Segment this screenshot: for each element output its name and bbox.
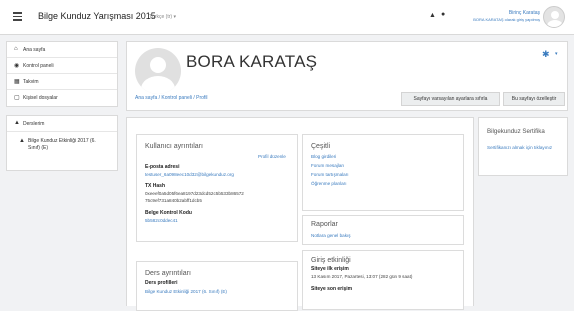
- control-code-label: Belge Kontrol Kodu: [145, 210, 192, 216]
- gear-icon[interactable]: ✱: [542, 49, 550, 60]
- course-icon: ▲: [19, 138, 25, 144]
- login-activity-card: Giriş etkinliği Siteye ilk erişim 13 Kas…: [302, 250, 464, 310]
- card-title: Ders ayrıntıları: [145, 270, 191, 277]
- card-title: Bilgekunduz Sertifika: [487, 128, 545, 135]
- txhash-value-line1: 0xeeef0a5d05f6ea8197d23dcd52c5b533b86572: [145, 191, 244, 196]
- control-code-value[interactable]: 5b582c0ddec41: [145, 218, 178, 223]
- notification-bell-icon[interactable]: ▲: [429, 12, 436, 19]
- user-menu-name[interactable]: Birinç Karataş: [509, 10, 540, 16]
- home-icon: ⌂: [14, 46, 18, 52]
- card-title: Kullanıcı ayrıntıları: [145, 143, 203, 150]
- drawer-item-course[interactable]: ▲ Bilge Kunduz Etkinliği 2017 (6. Sınıf)…: [7, 132, 117, 170]
- card-title: Giriş etkinliği: [311, 257, 351, 264]
- course-profiles-label: Ders profilleri: [145, 280, 178, 286]
- card-title: Çeşitli: [311, 143, 331, 150]
- course-details-card: Ders ayrıntıları Ders profilleri Bilge K…: [136, 261, 298, 311]
- customize-page-button[interactable]: Bu sayfayı özelleştir: [503, 92, 565, 106]
- miscellaneous-card: Çeşitli Blog girdileri Forum mesajları F…: [302, 134, 464, 211]
- reports-card: Raporlar Notlara genel bakış: [302, 215, 464, 245]
- forum-discussions-link[interactable]: Forum tartışmaları: [311, 172, 349, 177]
- drawer-item-label: Ana sayfa: [23, 47, 46, 53]
- breadcrumb[interactable]: Ana sayfa / Kontrol paneli / Profil: [135, 95, 208, 101]
- drawer-item-dashboard[interactable]: ◉ Kontrol paneli: [7, 58, 117, 74]
- last-access-label: Siteye son erişim: [311, 286, 353, 292]
- drawer-item-private-files[interactable]: ▢ Kişisel dosyalar: [7, 90, 117, 106]
- drawer-item-label: Kontrol paneli: [23, 63, 54, 69]
- certificate-block: Bilgekunduz Sertifika Sertifikanızı alma…: [478, 117, 568, 176]
- messages-icon[interactable]: ●: [441, 11, 445, 18]
- drawer-item-home[interactable]: ⌂ Ana sayfa: [7, 42, 117, 58]
- profile-header: BORA KARATAŞ ✱ ▾ Ana sayfa / Kontrol pan…: [126, 41, 568, 111]
- dashboard-icon: ◉: [14, 63, 20, 69]
- courses-icon: ▲: [14, 120, 20, 126]
- page-title: BORA KARATAŞ: [186, 52, 318, 71]
- main-region: Kullanıcı ayrıntıları Profil düzenle E-p…: [126, 117, 474, 311]
- logged-in-as-text[interactable]: BORA KARATAŞ olarak giriş yapılmış: [473, 17, 540, 22]
- drawer-item-label: Kişisel dosyalar: [23, 95, 58, 101]
- edit-profile-link[interactable]: Profil düzenle: [258, 154, 286, 159]
- drawer-item-label: Takvim: [23, 79, 39, 85]
- nav-drawer: ⌂ Ana sayfa ◉ Kontrol paneli ▦ Takvim ▢ …: [6, 41, 118, 171]
- user-avatar-icon[interactable]: [543, 6, 565, 28]
- drawer-item-my-courses[interactable]: ▲ Derslerim: [7, 116, 117, 132]
- learning-plans-link[interactable]: Öğrenme planları: [311, 181, 347, 186]
- user-details-card: Kullanıcı ayrıntıları Profil düzenle E-p…: [136, 134, 298, 242]
- grades-overview-link[interactable]: Notlara genel bakış: [311, 233, 351, 238]
- calendar-icon: ▦: [14, 79, 20, 85]
- reset-page-button[interactable]: Sayfayı varsayılan ayarlara sıfırla: [401, 92, 500, 106]
- email-label: E-posta adresi: [145, 164, 180, 170]
- top-navbar: Bilge Kunduz Yarışması 2015 Türkçe (tr) …: [0, 0, 574, 35]
- profile-avatar-icon: [135, 48, 181, 94]
- menu-toggle-icon[interactable]: [13, 12, 22, 21]
- certificate-link[interactable]: Sertifikanızı almak için tıklayınız: [487, 145, 557, 151]
- card-title: Raporlar: [311, 221, 338, 228]
- drawer-item-label: Derslerim: [23, 121, 45, 127]
- first-access-value: 13 Kasım 2017, Pazartesi, 13:07 (282 gün…: [311, 274, 413, 279]
- drawer-item-calendar[interactable]: ▦ Takvim: [7, 74, 117, 90]
- blog-entries-link[interactable]: Blog girdileri: [311, 154, 336, 159]
- first-access-label: Siteye ilk erişim: [311, 266, 349, 272]
- site-name-link[interactable]: Bilge Kunduz Yarışması 2015: [38, 11, 156, 21]
- forum-posts-link[interactable]: Forum mesajları: [311, 163, 344, 168]
- drawer-courses-block: ▲ Derslerim ▲ Bilge Kunduz Etkinliği 201…: [6, 115, 118, 171]
- drawer-item-label: Bilge Kunduz Etkinliği 2017 (6. Sınıf) (…: [28, 138, 96, 151]
- txhash-label: TX Hash: [145, 183, 166, 189]
- language-menu[interactable]: Türkçe (tr) ▾: [149, 14, 176, 20]
- chevron-down-icon[interactable]: ▾: [555, 51, 558, 57]
- file-icon: ▢: [14, 95, 20, 101]
- course-link[interactable]: Bilge Kunduz Etkinliği 2017 (6. Sınıf) (…: [145, 289, 227, 294]
- email-value[interactable]: testuser_6a098eec10d32@bilgekunduz.org: [145, 172, 234, 177]
- txhash-value-line2: 75c9ef731a840b2abff1dcb5: [145, 198, 202, 203]
- drawer-main-block: ⌂ Ana sayfa ◉ Kontrol paneli ▦ Takvim ▢ …: [6, 41, 118, 107]
